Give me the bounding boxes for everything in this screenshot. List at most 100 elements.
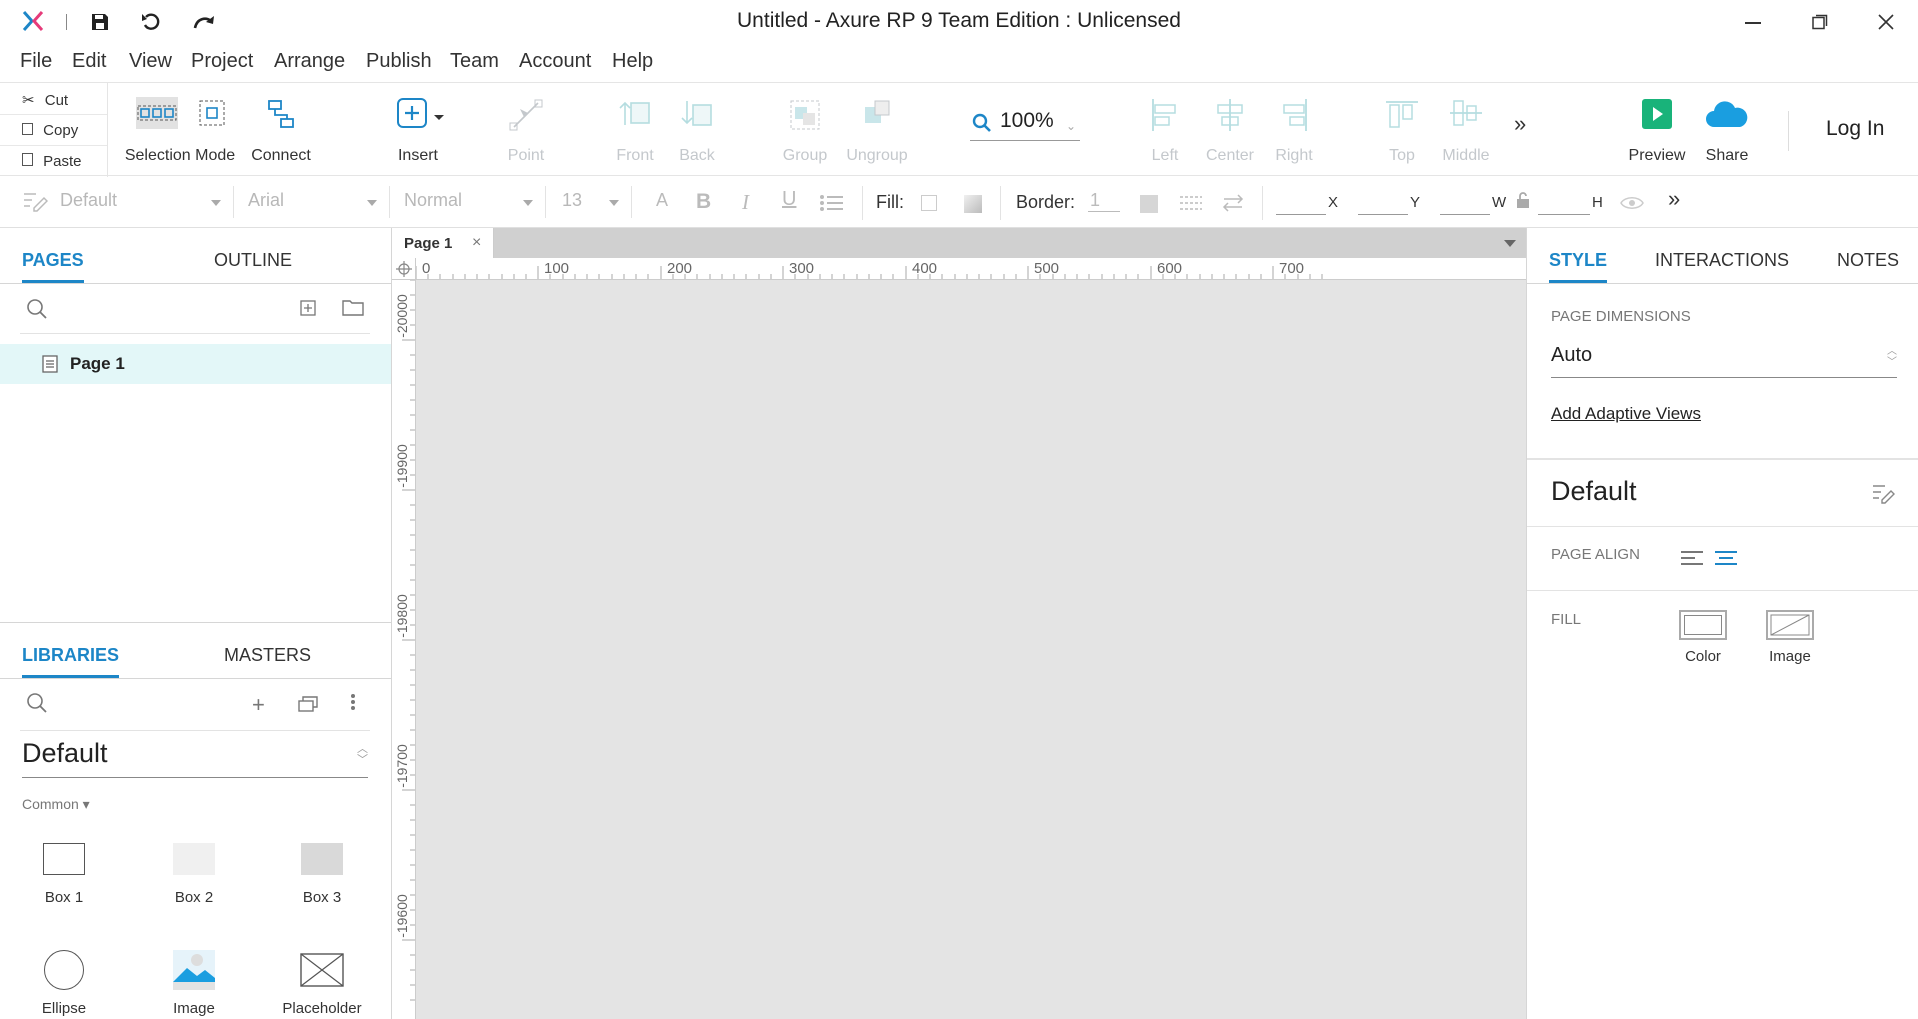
selection-mode-button[interactable]: Selection Mode: [124, 97, 236, 173]
tab-masters[interactable]: MASTERS: [224, 645, 311, 666]
w-input[interactable]: [1440, 214, 1490, 215]
front-button[interactable]: Front: [612, 97, 658, 173]
insert-button[interactable]: Insert: [380, 97, 456, 173]
menu-publish[interactable]: Publish: [366, 50, 432, 73]
fill-color-option[interactable]: Color: [1673, 610, 1733, 665]
h-ruler-label: 200: [667, 260, 693, 277]
fill-shadow-swatch[interactable]: [964, 195, 982, 213]
menu-arrange[interactable]: Arrange: [274, 50, 345, 73]
fill-color-swatch[interactable]: [921, 195, 937, 211]
menu-file[interactable]: File: [20, 50, 52, 73]
arrow-style-icon[interactable]: [1222, 194, 1244, 217]
add-page-icon[interactable]: [300, 300, 316, 321]
widget-ellipse[interactable]: Ellipse: [4, 950, 124, 1017]
zoom-control[interactable]: 100% ⌄: [970, 107, 1080, 141]
align-middle-button[interactable]: Middle: [1440, 97, 1492, 173]
canvas-tab-page1[interactable]: Page 1 ×: [392, 228, 494, 258]
h-input[interactable]: [1538, 214, 1590, 215]
ruler-origin[interactable]: [392, 258, 416, 280]
style-edit-icon[interactable]: [1871, 482, 1895, 509]
menu-edit[interactable]: Edit: [72, 50, 106, 73]
border-width-input[interactable]: 1: [1088, 190, 1120, 212]
bold-icon[interactable]: B: [696, 190, 711, 214]
visibility-eye-icon[interactable]: [1620, 195, 1644, 216]
up-down-chevron-icon: ︿ ﹀: [1887, 346, 1897, 368]
box1-icon: [43, 843, 85, 875]
menu-view[interactable]: View: [129, 50, 172, 73]
italic-icon[interactable]: I: [742, 190, 749, 215]
tab-libraries[interactable]: LIBRARIES: [22, 645, 120, 678]
tab-interactions[interactable]: INTERACTIONS: [1655, 250, 1789, 271]
copy-button[interactable]: Copy: [0, 116, 107, 146]
align-right-button[interactable]: Right: [1272, 97, 1316, 173]
menu-account[interactable]: Account: [519, 50, 591, 73]
font-weight-select[interactable]: Normal: [396, 186, 546, 218]
widget-placeholder[interactable]: Placeholder: [262, 950, 382, 1017]
page-dimensions-select[interactable]: Auto ︿ ﹀: [1551, 344, 1897, 378]
y-input[interactable]: [1358, 214, 1408, 215]
right-panel: STYLE INTERACTIONS NOTES PAGE DIMENSIONS…: [1526, 228, 1918, 1019]
widget-box3[interactable]: Box 3: [262, 843, 382, 906]
add-adaptive-views-link[interactable]: Add Adaptive Views: [1551, 404, 1701, 424]
menu-project[interactable]: Project: [191, 50, 253, 73]
v-ruler-label: -19700: [394, 744, 410, 788]
connect-button[interactable]: Connect: [248, 97, 314, 173]
text-color-icon[interactable]: A: [656, 190, 668, 211]
ungroup-button[interactable]: Ungroup: [844, 97, 910, 173]
more-vertical-icon[interactable]: [350, 692, 356, 717]
login-button[interactable]: Log In: [1826, 117, 1884, 141]
close-tab-icon[interactable]: ×: [472, 234, 481, 252]
restore-icon[interactable]: [1812, 14, 1828, 30]
point-button[interactable]: Point: [500, 97, 552, 173]
menu-help[interactable]: Help: [612, 50, 653, 73]
underline-icon[interactable]: U: [782, 188, 796, 211]
placeholder-icon: [300, 953, 344, 987]
minimize-icon[interactable]: [1745, 22, 1761, 24]
add-folder-icon[interactable]: [342, 298, 364, 321]
tab-notes[interactable]: NOTES: [1837, 250, 1899, 271]
align-center-icon[interactable]: [1715, 550, 1737, 573]
design-canvas[interactable]: [416, 280, 1526, 1019]
fmt-divider: [862, 186, 863, 220]
tab-menu-chevron-icon[interactable]: [1504, 240, 1516, 247]
library-stack-icon[interactable]: [298, 695, 320, 718]
font-size-select[interactable]: 13: [554, 186, 632, 218]
align-left-button[interactable]: Left: [1146, 97, 1184, 173]
align-left-icon[interactable]: [1681, 550, 1703, 573]
bullet-list-icon[interactable]: [820, 194, 844, 217]
category-common[interactable]: Common ▾: [22, 796, 90, 813]
border-style-icon[interactable]: [1180, 194, 1202, 217]
tab-pages[interactable]: PAGES: [22, 250, 84, 283]
add-library-icon[interactable]: +: [252, 692, 265, 718]
search-icon[interactable]: [26, 692, 48, 719]
back-button[interactable]: Back: [674, 97, 720, 173]
page-list-item[interactable]: Page 1: [0, 344, 391, 384]
font-select[interactable]: Arial: [240, 186, 390, 218]
style-select[interactable]: Default: [52, 186, 234, 218]
menu-team[interactable]: Team: [450, 50, 499, 73]
library-select[interactable]: Default ︿ ﹀: [22, 738, 368, 778]
more-tools-icon[interactable]: »: [1514, 111, 1526, 137]
x-input[interactable]: [1276, 214, 1326, 215]
lock-icon[interactable]: [1516, 191, 1530, 214]
preview-button[interactable]: Preview: [1626, 97, 1688, 173]
widget-box2[interactable]: Box 2: [134, 843, 254, 906]
close-icon[interactable]: [1877, 13, 1895, 36]
fill-image-option[interactable]: Image: [1757, 610, 1823, 665]
image-swatch-icon: [1766, 610, 1814, 640]
style-edit-icon[interactable]: [22, 190, 49, 217]
widget-image[interactable]: Image: [134, 950, 254, 1017]
cut-button[interactable]: ✂ Cut: [0, 85, 107, 115]
align-top-button[interactable]: Top: [1384, 97, 1420, 173]
search-icon[interactable]: [26, 298, 48, 325]
tab-outline[interactable]: OUTLINE: [214, 250, 292, 271]
border-color-swatch[interactable]: [1140, 195, 1158, 213]
widget-box1[interactable]: Box 1: [4, 843, 124, 906]
share-button[interactable]: Share: [1700, 97, 1754, 173]
align-center-button[interactable]: Center: [1202, 97, 1258, 173]
style-name: Default: [1551, 476, 1637, 506]
paste-button[interactable]: Paste: [0, 147, 107, 177]
more-format-icon[interactable]: »: [1668, 186, 1680, 212]
tab-style[interactable]: STYLE: [1549, 250, 1608, 283]
group-button[interactable]: Group: [780, 97, 830, 173]
